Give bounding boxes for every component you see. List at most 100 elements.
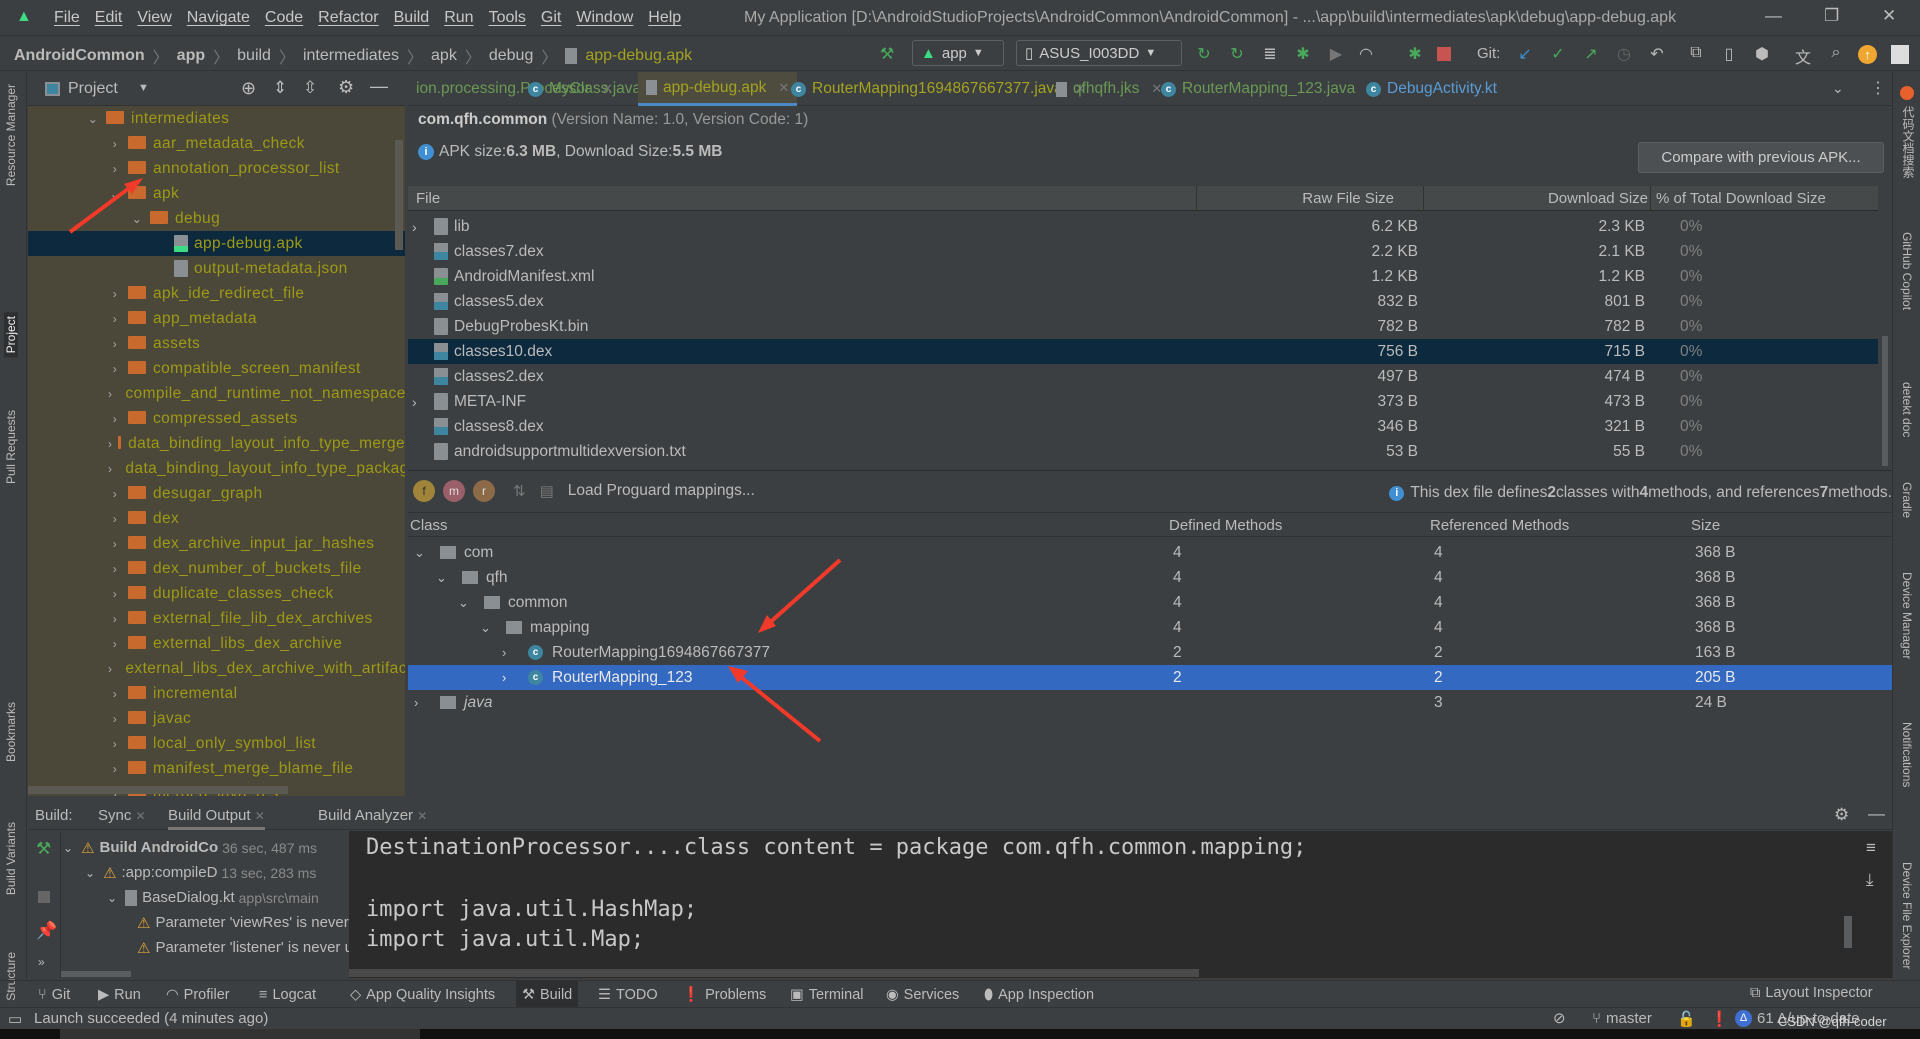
project-tree-item[interactable]: › duplicate_classes_check [28,581,405,606]
editor-tab[interactable]: cRouterMapping_123.java✕ [1153,72,1386,106]
menu-file[interactable]: File [54,9,80,27]
editor-tab[interactable]: c DebugActivity.kt [1358,72,1505,106]
status-message[interactable]: Launch succeeded (4 minutes ago) [34,1010,268,1027]
tool-app-quality-insights[interactable]: ◇ App Quality Insights [344,981,501,1008]
event-log-icon[interactable]: ▭ [8,1010,22,1028]
hide-icon[interactable]: — [1868,804,1885,824]
project-tree-item[interactable]: › dex_archive_input_jar_hashes [28,531,405,556]
update-icon[interactable]: ↑ [1858,45,1877,64]
column-percent[interactable]: % of Total Download Size [1656,190,1826,207]
gradle-tab[interactable]: Gradle [1900,482,1914,518]
chevron-right-icon[interactable]: › [108,337,122,351]
attach-debugger-icon[interactable]: ✱ [1404,44,1426,64]
breadcrumb-item[interactable]: AndroidCommon [14,47,145,65]
chevron-right-icon[interactable]: › [108,687,122,701]
project-tree-item[interactable]: › local_only_symbol_list [28,731,405,756]
hammer-icon[interactable]: ⚒ [36,839,51,859]
menu-help[interactable]: Help [648,9,681,27]
compare-apk-button[interactable]: Compare with previous APK... [1638,142,1884,173]
breadcrumb-item[interactable]: apk [431,47,457,65]
updates-icon[interactable]: Δ [1735,1010,1752,1027]
editor-tab[interactable]: qfhqfh.jks ✕ [1048,72,1170,106]
column-size[interactable]: Size [1691,517,1720,534]
chevron-right-icon[interactable]: › [108,712,122,726]
close-icon[interactable]: ✕ [136,809,146,823]
menu-navigate[interactable]: Navigate [187,9,250,27]
pin-icon[interactable]: 📌 [36,921,57,941]
chevron-right-icon[interactable]: › [108,737,122,751]
avatar[interactable] [1891,45,1909,64]
chevron-down-icon[interactable]: ⌄ [107,891,117,905]
file-row[interactable]: androidsupportmultidexversion.txt 53 B 55 … [408,439,1878,464]
tool-app-inspection[interactable]: ⬮ App Inspection [978,981,1100,1008]
project-tree-item[interactable]: › compile_and_runtime_not_namespaced_r_cl… [28,381,405,406]
column-referenced-methods[interactable]: Referenced Methods [1430,517,1569,534]
debug-icon[interactable]: ✱ [1292,44,1314,64]
sdk-manager-icon[interactable]: ⬢ [1751,44,1773,64]
project-tree-item[interactable]: › data_binding_layout_info_type_package [28,456,405,481]
translate-icon[interactable]: 文 [1792,44,1814,68]
device-manager-icon[interactable]: ▯ [1718,44,1740,64]
coverage-icon[interactable]: ▶ [1325,44,1347,64]
menu-view[interactable]: View [137,9,171,27]
github-copilot-tab[interactable]: GitHub Copilot [1900,232,1914,310]
device-file-explorer-tab[interactable]: Device File Explorer [1900,862,1914,969]
layout-inspector-button[interactable]: ⧉ Layout Inspector [1750,985,1873,1001]
column-raw-size[interactable]: Raw File Size [1302,190,1394,207]
build-tree-item[interactable]: ⚠ Parameter 'viewRes' is never used [137,910,371,935]
breadcrumb-item[interactable]: app-debug.apk [585,47,692,65]
chevron-right-icon[interactable]: › [108,612,122,626]
chevron-right-icon[interactable]: › [108,637,122,651]
column-download-size[interactable]: Download Size [1548,190,1648,207]
file-row[interactable]: classes5.dex 832 B 801 B 0% [408,289,1878,314]
project-tree-item[interactable]: › external_libs_dex_archive_with_artifact… [28,656,405,681]
tool-problems[interactable]: ❗ Problems [676,981,772,1008]
project-tree-item[interactable]: › external_libs_dex_archive [28,631,405,656]
project-tree-item[interactable]: › dex [28,506,405,531]
no-connection-icon[interactable]: ⊘ [1553,1009,1566,1027]
file-row[interactable]: DebugProbesKt.bin 782 B 782 B 0% [408,314,1878,339]
tool-logcat[interactable]: ≡ Logcat [253,981,322,1008]
notification-icon[interactable]: ❗ [1710,1010,1729,1028]
chevron-right-icon[interactable]: › [108,662,112,676]
build-variants-tab[interactable]: Build Variants [4,822,18,895]
tab-sync[interactable]: Sync ✕ [98,807,146,824]
maximize-icon[interactable]: ❐ [1824,6,1839,26]
menu-git[interactable]: Git [541,9,561,27]
apply-changes-icon[interactable]: ↻ [1193,44,1215,64]
gear-icon[interactable]: ⚙ [338,77,354,98]
project-tree-item[interactable]: › manifest_merge_blame_file [28,756,405,781]
breadcrumb-item[interactable]: debug [489,47,534,65]
project-tab[interactable]: Project [4,312,18,358]
pull-requests-tab[interactable]: Pull Requests [4,410,18,484]
chevron-right-icon[interactable]: › [108,512,122,526]
tree-hscrollbar[interactable] [28,786,288,794]
tab-build-output[interactable]: Build Output ✕ [168,807,265,830]
tool-git[interactable]: ⑂ Git [32,981,76,1008]
chevron-right-icon[interactable]: › [108,362,122,376]
project-tree-item[interactable]: › desugar_graph [28,481,405,506]
project-tree-item[interactable]: › compatible_screen_manifest [28,356,405,381]
gear-icon[interactable]: ⚙ [1834,805,1849,825]
hammer-build-icon[interactable]: ⚒ [876,44,898,64]
console-hscrollbar[interactable] [349,969,1199,977]
project-tree-item[interactable]: › compressed_assets [28,406,405,431]
breadcrumb-item[interactable]: intermediates [303,47,399,65]
close-icon[interactable]: ✕ [1882,6,1896,26]
show-removed-icon[interactable]: ⇅ [513,482,526,500]
column-file[interactable]: File [416,190,440,207]
git-push-icon[interactable]: ↗ [1580,44,1602,64]
menu-run[interactable]: Run [444,9,473,27]
load-proguard-button[interactable]: Load Proguard mappings... [568,482,755,500]
console-vscrollbar[interactable] [1844,916,1852,948]
show-references-icon[interactable]: r [473,480,495,502]
chevron-down-icon[interactable]: ⌄ [85,866,95,880]
file-row[interactable]: classes7.dex 2.2 KB 2.1 KB 0% [408,239,1878,264]
show-methods-icon[interactable]: m [443,480,465,502]
column-class[interactable]: Class [410,517,448,534]
build-tree-item[interactable]: ⌄ ⚠:app:compileD 13 sec, 283 ms [85,860,316,885]
menu-build[interactable]: Build [394,9,430,27]
stop-icon[interactable] [38,891,50,903]
lock-icon[interactable]: 🔓 [1677,1010,1696,1028]
tab-build-analyzer[interactable]: Build Analyzer ✕ [318,807,427,824]
